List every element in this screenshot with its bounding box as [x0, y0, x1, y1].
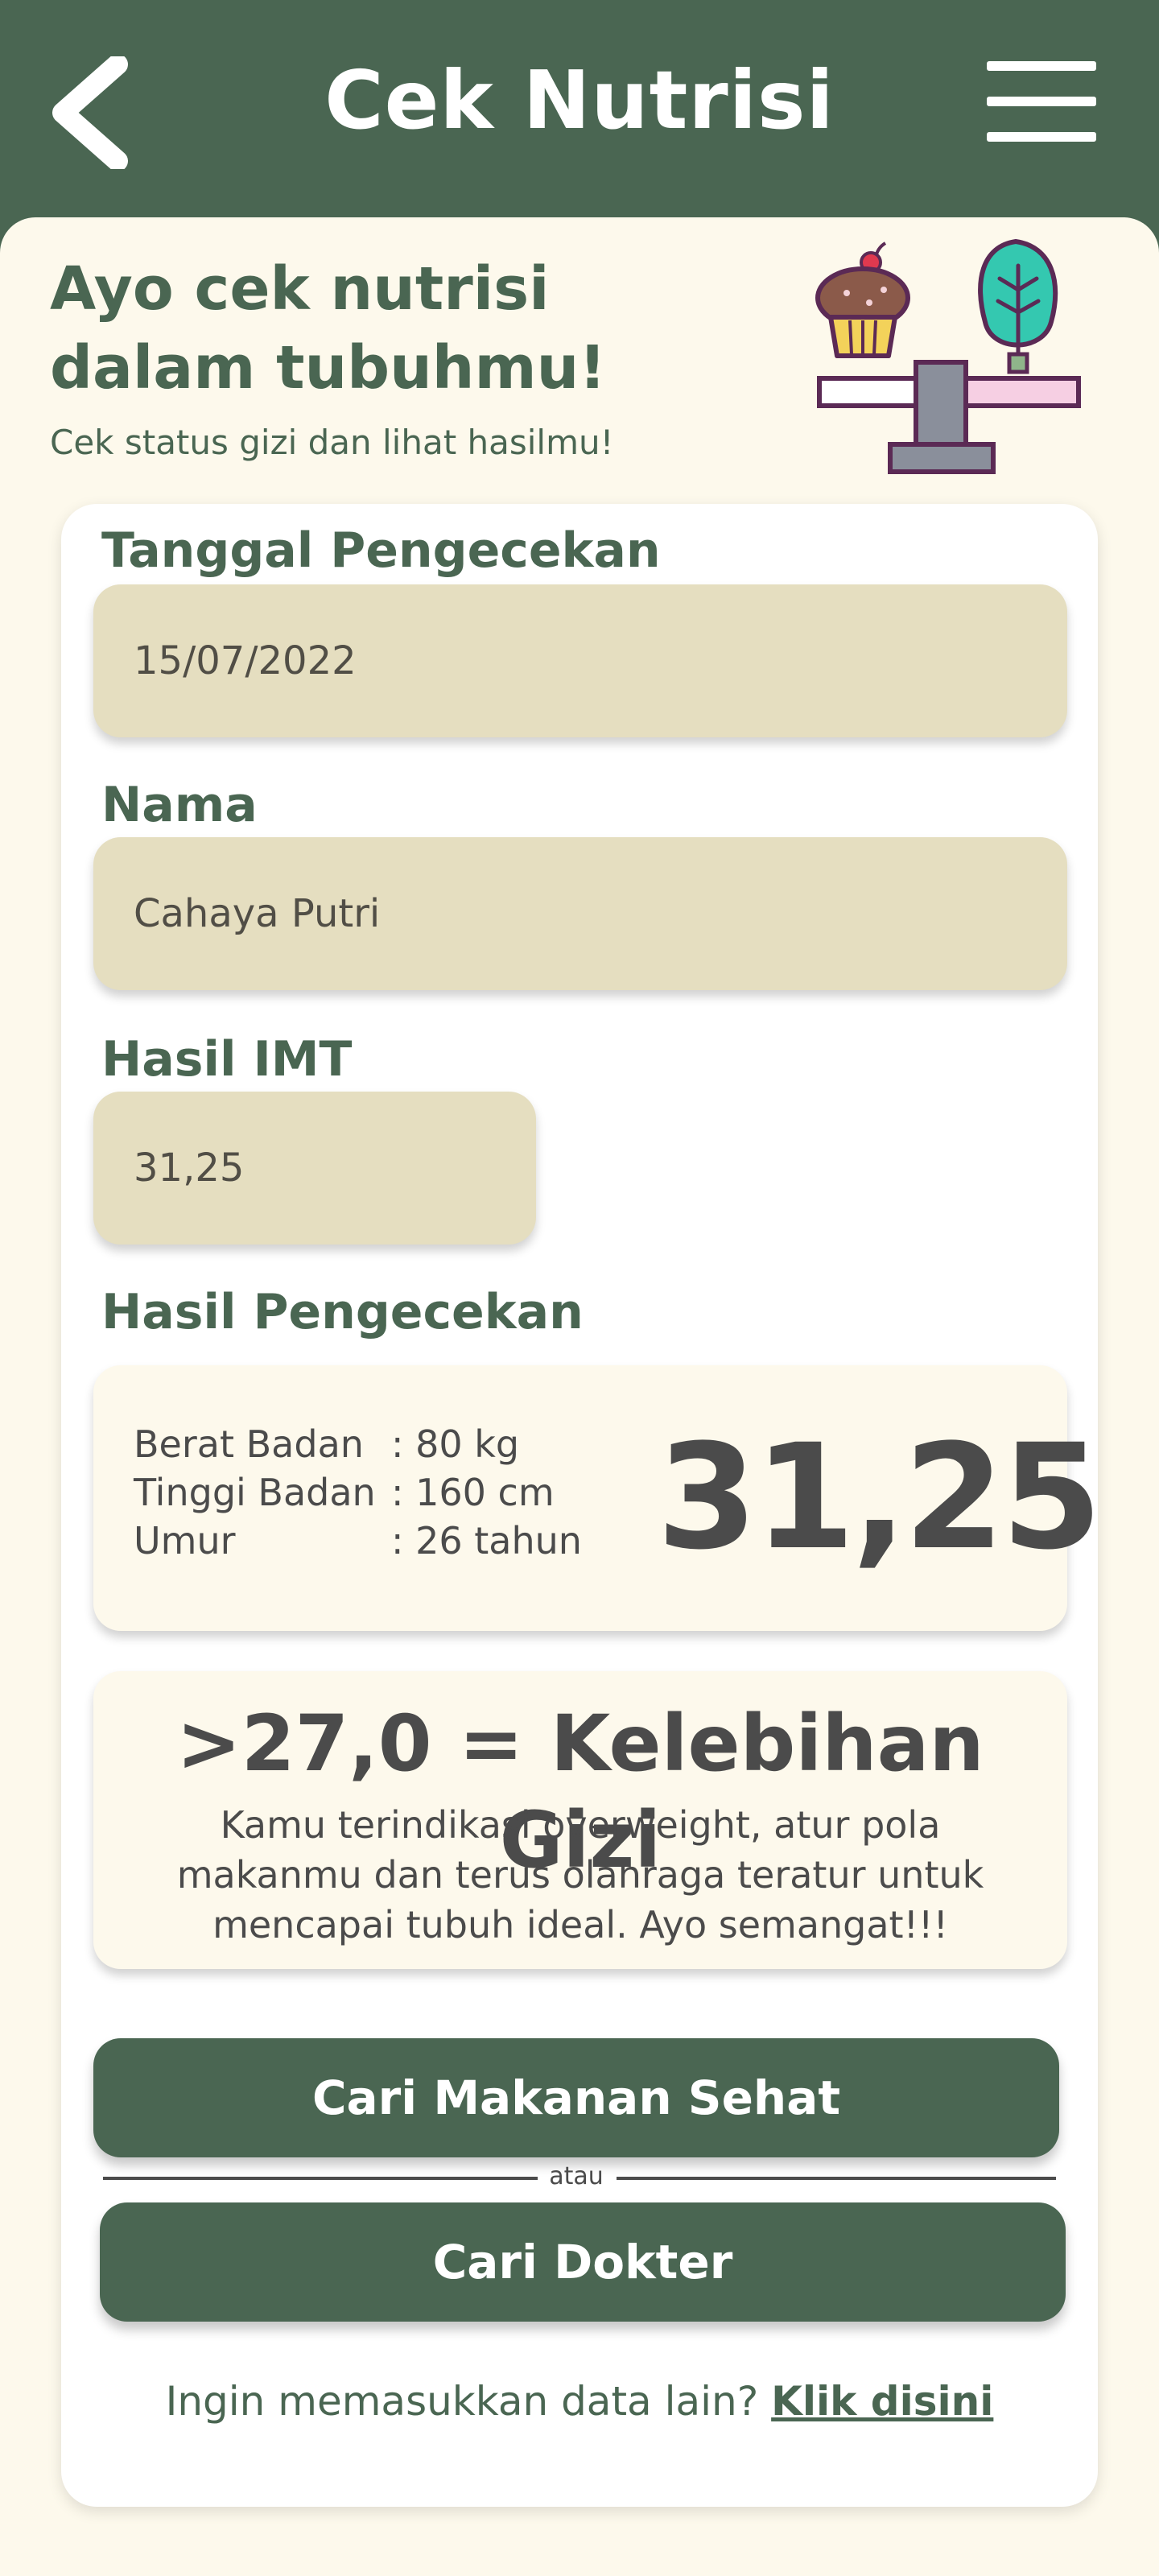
divider-text: atau: [549, 2162, 604, 2190]
weight-label: Berat Badan: [134, 1422, 364, 1466]
divider-line-left: [103, 2177, 538, 2180]
name-field[interactable]: Cahaya Putri: [93, 837, 1067, 990]
imt-score: 31,25: [657, 1414, 1102, 1582]
result-label: Hasil Pengecekan: [101, 1284, 584, 1340]
find-doctor-button[interactable]: Cari Dokter: [100, 2202, 1066, 2322]
intro-subline: Cek status gizi dan lihat hasilmu!: [50, 423, 614, 462]
height-row: Tinggi Badan : 160 cm: [134, 1468, 582, 1517]
page-title: Cek Nutrisi: [324, 53, 835, 147]
category-description: Kamu terindikasi overweight, atur pola m…: [176, 1803, 984, 1946]
menu-button[interactable]: [987, 61, 1096, 142]
age-row: Umur : 26 tahun: [134, 1517, 582, 1565]
imt-field[interactable]: 31,25: [93, 1092, 536, 1245]
hamburger-menu-icon: [987, 132, 1096, 142]
footer-prompt-text: Ingin memasukkan data lain?: [165, 2378, 772, 2425]
imt-label: Hasil IMT: [101, 1031, 353, 1088]
weight-value: : 80 kg: [391, 1422, 520, 1466]
height-value: : 160 cm: [391, 1471, 555, 1514]
result-summary-panel: Berat Badan: 80 kg Tinggi Badan: 160 cm …: [93, 1365, 1102, 1631]
divider-line-right: [617, 2177, 1056, 2180]
find-healthy-food-button[interactable]: Cari Makanan Sehat: [93, 2038, 1059, 2157]
height-label: Tinggi Badan: [134, 1471, 376, 1514]
age-value: : 26 tahun: [391, 1519, 582, 1563]
food-balance-scale-illustration: [815, 238, 1081, 474]
intro-headline: Ayo cek nutrisi dalam tubuhmu!: [50, 254, 607, 402]
weight-row: Berat Badan : 80 kg: [134, 1420, 582, 1468]
date-field[interactable]: 15/07/2022: [93, 584, 1067, 737]
nutrition-category-panel: >27,0 = Kelebihan Gizi Kamu terindikasi …: [93, 1671, 1067, 1969]
date-label: Tanggal Pengecekan: [101, 522, 661, 579]
hamburger-menu-icon: [987, 61, 1096, 71]
body-stats: Berat Badan: 80 kg Tinggi Badan: 160 cm …: [134, 1420, 582, 1565]
hamburger-menu-icon: [987, 97, 1096, 106]
nutrition-form-card: Tanggal Pengecekan 15/07/2022 Nama Cahay…: [61, 504, 1102, 2507]
top-app-bar: Cek Nutrisi: [0, 0, 1159, 233]
click-here-link[interactable]: Klik disini: [771, 2378, 993, 2425]
age-label: Umur: [134, 1519, 236, 1563]
footer-prompt: Ingin memasukkan data lain? Klik disini: [61, 2373, 1098, 2429]
name-label: Nama: [101, 777, 258, 833]
content-sheet: Ayo cek nutrisi dalam tubuhmu! Cek statu…: [0, 217, 1159, 2576]
